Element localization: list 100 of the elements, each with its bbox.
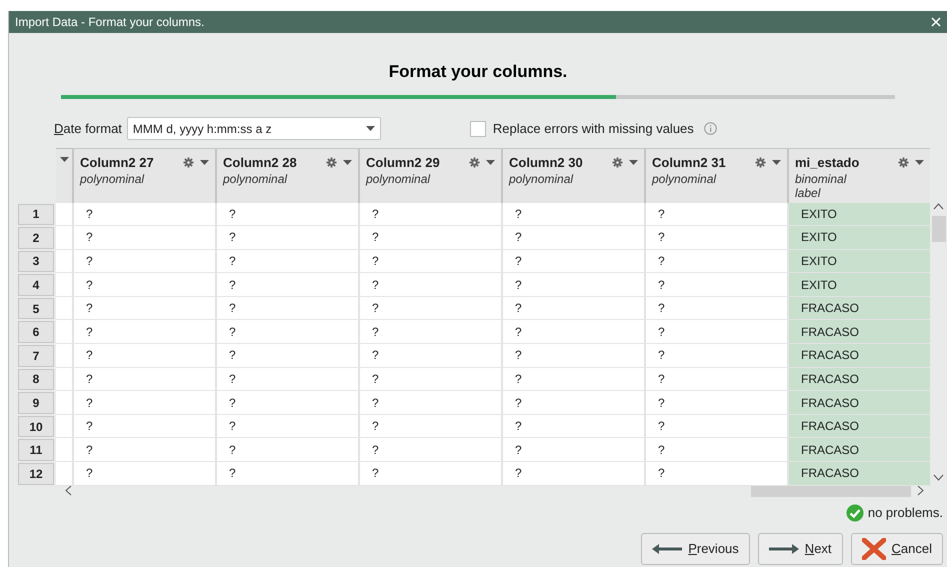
caret-icon[interactable] (629, 160, 638, 165)
table-cell: FRACASO (787, 320, 930, 344)
table-cell: ? (358, 438, 501, 462)
table-cell: ? (644, 296, 787, 320)
date-format-dropdown[interactable]: MMM d, yyyy h:mm:ss a z (126, 117, 381, 140)
gear-icon[interactable] (469, 156, 480, 168)
status-message: no problems. (868, 504, 943, 522)
table-cell: ? (501, 296, 644, 320)
replace-errors-checkbox[interactable] (470, 120, 486, 136)
page-heading: Format your columns. (388, 61, 568, 83)
caret-icon[interactable] (486, 160, 495, 165)
column-name: Column2 28 (223, 154, 297, 172)
wizard-button[interactable]: Cancel (850, 532, 943, 564)
table-cell: ? (644, 226, 787, 250)
scroll-down-icon[interactable] (933, 474, 944, 480)
table-cell: ? (358, 462, 501, 486)
column-header[interactable] (56, 148, 72, 202)
scroll-left-icon[interactable] (65, 484, 72, 496)
column-role: label (795, 187, 822, 200)
scroll-up-icon[interactable] (933, 202, 944, 210)
column-header[interactable]: Column2 27 polynominal (72, 148, 215, 202)
caret-icon[interactable] (915, 160, 924, 165)
scroll-right-icon[interactable] (917, 484, 924, 496)
table-cell: ? (215, 462, 358, 486)
table-cell: ? (644, 273, 787, 297)
table-cell: ? (644, 250, 787, 274)
gear-icon[interactable] (612, 156, 623, 168)
row-number: 6 (18, 321, 54, 344)
table-cell: ? (501, 273, 644, 297)
column-header[interactable]: Column2 29 polynominal (358, 148, 501, 202)
row-number: 1 (18, 204, 54, 226)
column-header[interactable]: mi_estado binominal label (787, 148, 930, 202)
table-cell: FRACASO (787, 344, 930, 368)
replace-errors-label: Replace errors with missing values (492, 120, 694, 138)
row-number: 12 (18, 463, 54, 485)
table-cell: ? (644, 344, 787, 368)
table-cell: ? (358, 368, 501, 392)
table-cell: ? (501, 391, 644, 415)
table-cell: ? (215, 226, 358, 250)
row-number: 5 (18, 298, 54, 320)
table-cell: ? (501, 226, 644, 250)
table-cell: ? (215, 320, 358, 344)
column-name: Column2 30 (509, 154, 583, 172)
column-type: polynominal (223, 172, 288, 187)
table-cell: ? (72, 368, 215, 392)
table-cell: FRACASO (787, 391, 930, 415)
gear-icon[interactable] (183, 156, 194, 168)
column-name: mi_estado (795, 154, 860, 172)
caret-icon[interactable] (772, 160, 781, 165)
column-header[interactable]: Column2 28 polynominal (215, 148, 358, 202)
table-cell: ? (215, 296, 358, 320)
check-icon (846, 504, 864, 522)
wizard-button[interactable]: Previous (641, 532, 750, 564)
column-name: Column2 29 (366, 154, 440, 172)
gear-icon[interactable] (898, 156, 909, 168)
row-number: 9 (18, 392, 54, 414)
table-cell: ? (644, 202, 787, 226)
column-type: polynominal (80, 172, 146, 187)
table-cell: ? (215, 391, 358, 415)
table-cell: ? (644, 368, 787, 392)
table-cell: EXITO (787, 250, 930, 274)
column-type: binominal (795, 172, 848, 187)
table-cell: ? (358, 320, 501, 344)
table-cell: ? (358, 391, 501, 415)
table-cell: ? (644, 320, 787, 344)
column-name: Column2 27 (80, 154, 154, 172)
table-cell: ? (501, 438, 644, 462)
caret-icon[interactable] (200, 160, 209, 165)
table-cell: ? (358, 250, 501, 274)
table-cell: ? (358, 344, 501, 368)
gear-icon[interactable] (755, 156, 766, 168)
table-cell: ? (72, 320, 215, 344)
caret-icon[interactable] (343, 160, 352, 165)
column-header[interactable]: Column2 31 polynominal (644, 148, 787, 202)
table-cell: FRACASO (787, 438, 930, 462)
column-name: Column2 31 (652, 154, 726, 172)
table-cell: ? (644, 462, 787, 486)
column-type: polynominal (366, 172, 432, 187)
table-cell: EXITO (787, 273, 930, 297)
table-cell: ? (72, 226, 215, 250)
table-cell: ? (358, 202, 501, 226)
gear-icon[interactable] (326, 156, 337, 168)
table-cell: ? (501, 368, 644, 392)
table-cell: EXITO (787, 226, 930, 250)
row-number: 4 (18, 274, 54, 296)
table-cell: ? (358, 414, 501, 438)
right-arrow-icon (768, 544, 799, 554)
caret-icon[interactable] (366, 126, 375, 131)
button-label: Cancel (892, 540, 932, 558)
table-cell: ? (501, 250, 644, 274)
caret-icon[interactable] (60, 156, 68, 162)
close-icon[interactable] (931, 17, 941, 27)
column-type: polynominal (509, 172, 574, 187)
vertical-scrollbar-thumb[interactable] (932, 216, 946, 242)
table-cell: FRACASO (787, 414, 930, 438)
table-cell: ? (215, 344, 358, 368)
table-cell: ? (358, 296, 501, 320)
column-header[interactable]: Column2 30 polynominal (501, 148, 644, 202)
wizard-button[interactable]: Next (758, 532, 843, 564)
table-cell: ? (501, 414, 644, 438)
